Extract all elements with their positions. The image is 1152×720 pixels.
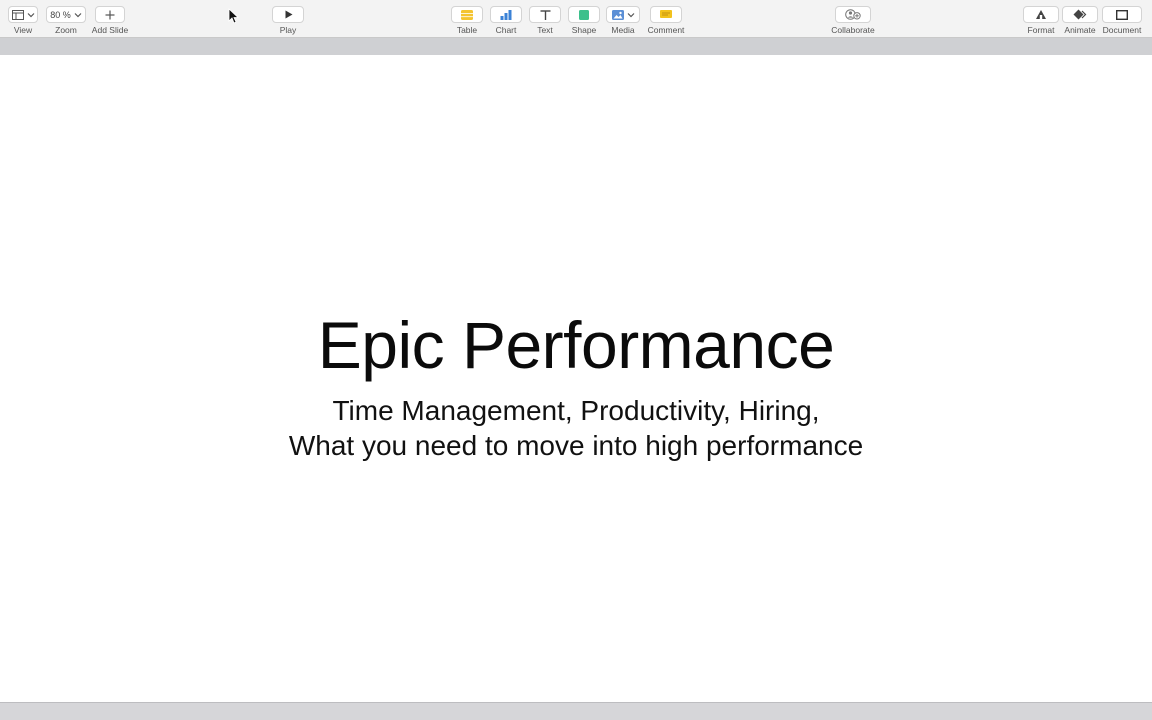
table-icon [461,9,473,20]
sidebar-layout-icon [11,9,24,20]
view-button[interactable] [8,6,38,23]
media-label: Media [611,25,635,35]
table-label: Table [456,25,478,35]
document-label: Document [1102,25,1142,35]
chart-button[interactable] [490,6,522,23]
image-icon [611,9,624,20]
collaborate-label: Collaborate [831,25,875,35]
play-icon [285,10,292,19]
paintbrush-icon [1036,10,1046,19]
text-label: Text [537,25,553,35]
collaborate-button[interactable] [835,6,871,23]
collaborate-control[interactable]: Collaborate [826,0,880,38]
format-button[interactable] [1023,6,1059,23]
add-slide-label: Add Slide [91,25,129,35]
chevron-down-icon [74,12,82,17]
diamond-icon [1073,9,1087,20]
comment-button[interactable] [650,6,682,23]
mouse-cursor-icon [228,8,239,24]
slide-title[interactable]: Epic Performance [0,305,1152,385]
play-control[interactable]: Play [272,0,304,38]
text-control[interactable]: Text [529,0,561,38]
text-icon [540,9,550,20]
slide-canvas[interactable]: Epic Performance Time Management, Produc… [0,55,1152,702]
shape-label: Shape [571,25,597,35]
toolbar: View 80 % Zoom Add Slide Play Table Char… [0,0,1152,38]
add-slide-button[interactable] [95,6,125,23]
media-button[interactable] [606,6,640,23]
animate-label: Animate [1064,25,1096,35]
view-label: View [13,25,33,35]
canvas-bottom-edge [0,702,1152,720]
table-control[interactable]: Table [451,0,483,38]
format-control[interactable]: Format [1023,0,1059,38]
document-control[interactable]: Document [1101,0,1143,38]
zoom-value: 80 % [50,9,71,20]
table-button[interactable] [451,6,483,23]
collaborate-icon [845,9,861,20]
chart-label: Chart [495,25,517,35]
document-button[interactable] [1102,6,1142,23]
animate-control[interactable]: Animate [1061,0,1099,38]
comment-icon [660,9,672,18]
slide-ruler-strip [0,38,1152,55]
format-label: Format [1027,25,1055,35]
zoom-select[interactable]: 80 % [46,6,86,23]
play-label: Play [279,25,297,35]
chevron-down-icon [27,12,34,17]
bar-chart-icon [500,9,512,20]
view-control[interactable]: View [8,0,38,38]
zoom-control[interactable]: 80 % Zoom [46,0,86,38]
animate-button[interactable] [1062,6,1098,23]
text-button[interactable] [529,6,561,23]
subtitle-line-1: Time Management, Productivity, Hiring, [332,395,820,426]
subtitle-line-2: What you need to move into high performa… [288,430,864,461]
slide-subtitle[interactable]: Time Management, Productivity, Hiring, W… [0,393,1152,463]
zoom-label: Zoom [55,25,77,35]
add-slide-control[interactable]: Add Slide [88,0,132,38]
play-button[interactable] [272,6,304,23]
comment-control[interactable]: Comment [646,0,686,38]
media-control[interactable]: Media [606,0,640,38]
chart-control[interactable]: Chart [490,0,522,38]
comment-label: Comment [647,25,685,35]
plus-icon [105,10,115,19]
shape-icon [579,9,589,20]
chevron-down-icon [627,12,634,17]
shape-control[interactable]: Shape [568,0,600,38]
shape-button[interactable] [568,6,600,23]
document-icon [1116,9,1128,20]
